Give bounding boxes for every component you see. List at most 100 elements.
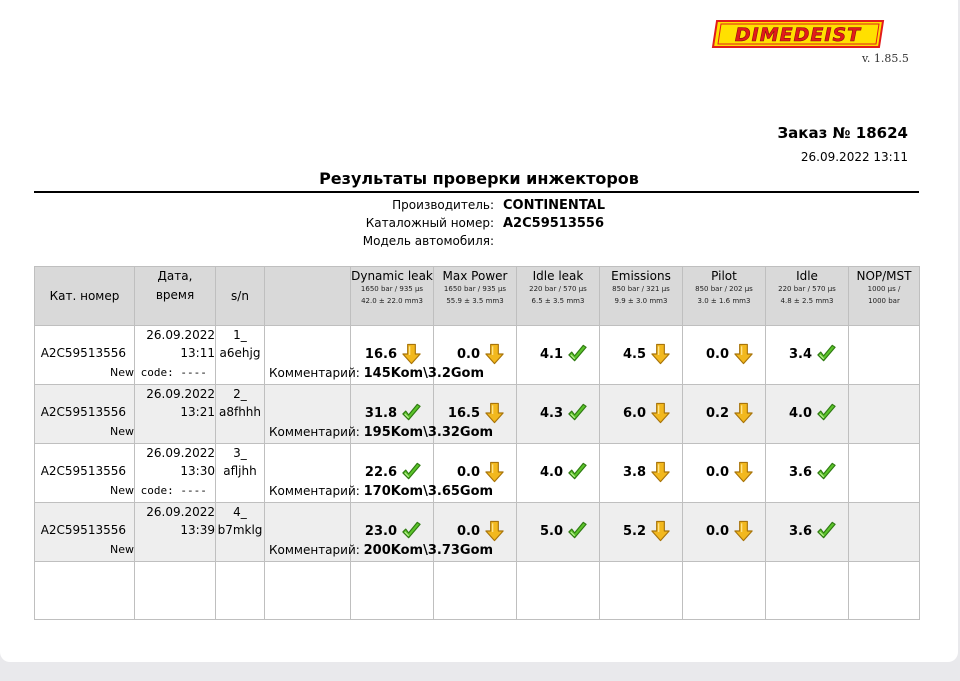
info-row-manufacturer: Производитель: CONTINENTAL: [0, 198, 958, 215]
comment: Комментарий: 145Kom\3.2Gom: [269, 366, 484, 381]
cell-comment: Комментарий: 170Kom\3.65Gom: [264, 443, 493, 503]
cell-comment: Комментарий: 145Kom\3.2Gom: [264, 325, 484, 385]
test-value: 6.0: [622, 405, 646, 421]
test-value: 0.0: [456, 464, 480, 480]
test-value: 4.0: [788, 405, 812, 421]
title-divider: [34, 191, 919, 193]
comment-label: Комментарий:: [269, 366, 360, 380]
cell-date-time: 26.09.2022 13:39: [134, 502, 216, 562]
cell-serial: 1_ a6ehjg: [215, 325, 265, 385]
green-check-icon: [566, 342, 589, 366]
cat-number: A2C59513556: [40, 405, 126, 419]
cell-comment: Комментарий: 195Kom\3.32Gom: [264, 384, 493, 444]
info-label: Модель автомобиля:: [362, 234, 494, 248]
empty-cell: [215, 561, 265, 620]
comment: Комментарий: 170Kom\3.65Gom: [269, 484, 493, 499]
order-title: Заказ № 18624: [777, 124, 908, 142]
serial-prefix: 3_: [233, 446, 247, 460]
yellow-down-arrow-icon: [483, 519, 506, 543]
yellow-down-arrow-icon: [483, 342, 506, 366]
cell-date-time: 26.09.2022 13:21: [134, 384, 216, 444]
cell-cat-number: A2C59513556New code: ----: [34, 384, 207, 444]
row-time: 13:11: [180, 346, 215, 360]
cell-comment: Комментарий: 200Kom\3.73Gom: [264, 502, 493, 562]
row-date: 26.09.2022: [146, 505, 215, 519]
logo-text: DIMEDEIST: [735, 24, 862, 46]
empty-cell: [34, 561, 135, 620]
version-label: v. 1.85.5: [862, 52, 909, 65]
cat-number: A2C59513556: [40, 523, 126, 537]
table-row: A2C59513556New code: ----26.09.2022 13:21…: [34, 384, 920, 444]
cell-test-value: 4.1: [516, 325, 600, 385]
cell-test-value: 3.6: [765, 502, 849, 562]
test-value: 0.0: [705, 464, 729, 480]
cat-number: A2C59513556: [40, 464, 126, 478]
header-idle: Idle 220 bar / 570 µs 4.8 ± 2.5 mm3: [765, 266, 849, 326]
comment-value: 195Kom\3.32Gom: [363, 425, 494, 440]
cell-cat-number: A2C59513556New code: ----: [34, 325, 207, 385]
serial-code: afljhh: [223, 464, 257, 478]
cell-test-value: 4.0: [765, 384, 849, 444]
green-check-icon: [400, 401, 423, 425]
cell-serial: 2_ a8fhhh: [215, 384, 265, 444]
yellow-down-arrow-icon: [483, 460, 506, 484]
cell-test-value: 3.8: [599, 443, 683, 503]
table-row: A2C59513556 New code: ---- 26.09.2022 13:11…: [34, 325, 920, 385]
header-date: Дата,: [157, 269, 193, 283]
info-value: CONTINENTAL: [503, 198, 606, 213]
empty-cell: [599, 561, 683, 620]
test-value: 0.0: [705, 523, 729, 539]
yellow-down-arrow-icon: [732, 401, 755, 425]
row-time: 13:39: [180, 523, 215, 537]
cell-test-value: 3.4: [765, 325, 849, 385]
test-value: 0.2: [705, 405, 729, 421]
test-value: 4.5: [622, 346, 646, 362]
cell-nop-mst: [848, 325, 920, 385]
yellow-down-arrow-icon: [732, 342, 755, 366]
cell-test-value: 0.0: [682, 502, 766, 562]
info-row-catalog-number: Каталожный номер: A2C59513556: [0, 216, 958, 233]
header-max-power: Max Power 1650 bar / 935 µs 55.9 ± 3.5 mm3: [433, 266, 517, 326]
serial-code: a6ehjg: [219, 346, 261, 360]
report-page: DIMEDEIST v. 1.85.5 Заказ № 18624 26.09.…: [0, 0, 958, 662]
comment: Комментарий: 195Kom\3.32Gom: [269, 425, 493, 440]
comment-label: Комментарий:: [269, 425, 360, 439]
header-time: время: [155, 288, 195, 302]
comment-label: Комментарий:: [269, 484, 360, 498]
serial-prefix: 4_: [233, 505, 247, 519]
row-date: 26.09.2022: [146, 446, 215, 460]
comment-value: 170Kom\3.65Gom: [363, 484, 494, 499]
dimedeist-logo: DIMEDEIST: [711, 20, 885, 48]
comment: Комментарий: 200Kom\3.73Gom: [269, 543, 493, 558]
cell-test-value: 4.3: [516, 384, 600, 444]
yellow-down-arrow-icon: [649, 519, 672, 543]
table-header-row: Кат. номер Дата, время s/n Dynamic leak 1…: [34, 266, 920, 326]
test-value: 3.4: [788, 346, 812, 362]
yellow-down-arrow-icon: [649, 342, 672, 366]
info-label: Каталожный номер:: [365, 216, 494, 230]
cell-cat-number: A2C59513556New code: ----: [34, 502, 207, 562]
empty-cell: [516, 561, 600, 620]
cell-test-value: 0.2: [682, 384, 766, 444]
test-value: 3.6: [788, 523, 812, 539]
yellow-down-arrow-icon: [483, 401, 506, 425]
cell-test-value: 4.0: [516, 443, 600, 503]
results-body: A2C59513556 New code: ---- 26.09.2022 13:11…: [34, 325, 920, 620]
empty-cell: [433, 561, 517, 620]
cell-test-value: 4.5: [599, 325, 683, 385]
green-check-icon: [400, 460, 423, 484]
green-check-icon: [815, 342, 838, 366]
header-serial: s/n: [215, 266, 265, 326]
empty-cell: [350, 561, 434, 620]
yellow-down-arrow-icon: [732, 519, 755, 543]
info-value: A2C59513556: [503, 216, 605, 231]
yellow-down-arrow-icon: [649, 460, 672, 484]
cell-nop-mst: [848, 443, 920, 503]
green-check-icon: [815, 460, 838, 484]
cell-nop-mst: [848, 384, 920, 444]
header-cat-number: Кат. номер: [34, 266, 135, 326]
header-comment-spacer: [264, 266, 351, 326]
cat-number: A2C59513556: [40, 346, 126, 360]
test-value: 16.6: [364, 346, 397, 362]
row-date: 26.09.2022: [146, 387, 215, 401]
